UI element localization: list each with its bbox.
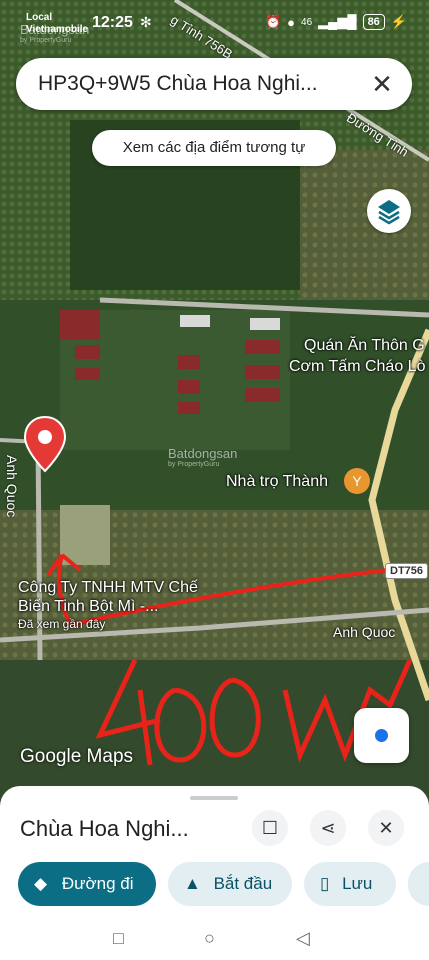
my-location-button[interactable]: [354, 708, 409, 763]
poi-company-note: Đã xem gần đây: [18, 617, 106, 631]
home-icon[interactable]: ○: [204, 928, 215, 949]
carrier-label: Local Vietnamobile: [26, 12, 89, 35]
sheet-drag-handle[interactable]: [190, 796, 238, 800]
start-button[interactable]: ▲ Bắt đầu: [168, 862, 292, 906]
road-label-anh-quoc: Anh Quoc: [333, 624, 396, 640]
poi-quan-an[interactable]: Quán Ăn Thôn G: [304, 337, 425, 355]
directions-button[interactable]: ◆ Đường đi: [18, 862, 156, 906]
save-button[interactable]: ▯ Lưu: [304, 862, 396, 906]
poi-company-line1[interactable]: Công Ty TNHH MTV Chế: [18, 579, 198, 597]
battery-indicator: 86: [362, 14, 385, 30]
charging-icon: ⚡: [390, 14, 407, 29]
recents-icon[interactable]: □: [113, 928, 124, 949]
search-bar[interactable]: HP3Q+9W5 Chùa Hoa Nghi... ✕: [16, 58, 412, 110]
fan-icon: ✻: [140, 14, 152, 30]
system-nav-bar: □ ○ ◁: [0, 918, 429, 960]
status-bar: Local Vietnamobile 12:25 ✻ ⏰ ● 46 ▂▄▆█ 86…: [0, 0, 429, 40]
directions-icon: ◆: [34, 874, 48, 893]
map-view[interactable]: Batdongsan by PropertyGuru Batdongsan by P…: [0, 0, 429, 800]
back-icon[interactable]: ◁: [296, 928, 310, 949]
poi-company-line2[interactable]: Biến Tinh Bột Mì -...: [18, 598, 159, 616]
place-title: Chùa Hoa Nghi...: [20, 816, 189, 841]
close-icon[interactable]: ✕: [366, 68, 398, 100]
layers-icon: [378, 200, 400, 225]
layers-button[interactable]: [367, 189, 411, 233]
share-icon[interactable]: ⋖: [310, 810, 346, 846]
search-query[interactable]: HP3Q+9W5 Chùa Hoa Nghi...: [38, 72, 318, 96]
more-actions-button[interactable]: [408, 862, 429, 906]
network-label: 46: [301, 16, 313, 28]
bookmark-icon[interactable]: ☐: [252, 810, 288, 846]
watermark-center: Batdongsan by PropertyGuru: [168, 446, 238, 468]
road-sign-dt756: DT756: [385, 563, 429, 579]
bookmark-icon: ▯: [320, 874, 330, 893]
navigation-icon: ▲: [184, 874, 201, 893]
hotel-icon[interactable]: Y: [344, 468, 370, 494]
google-maps-logo: Google Maps: [20, 746, 134, 767]
alarm-icon: ⏰: [264, 14, 282, 29]
poi-nha-tro[interactable]: Nhà trọ Thành: [226, 473, 328, 491]
signal-icon: ▂▄▆█: [318, 14, 357, 29]
clock: 12:25: [92, 14, 133, 31]
location-icon: ●: [287, 14, 296, 30]
similar-places-chip[interactable]: Xem các địa điểm tương tự: [92, 130, 336, 166]
close-sheet-icon[interactable]: ✕: [368, 810, 404, 846]
road-label-anh-quoc-vertical: Anh Quoc: [4, 455, 20, 518]
poi-com-tam[interactable]: Cơm Tấm Cháo Lò: [289, 358, 425, 376]
